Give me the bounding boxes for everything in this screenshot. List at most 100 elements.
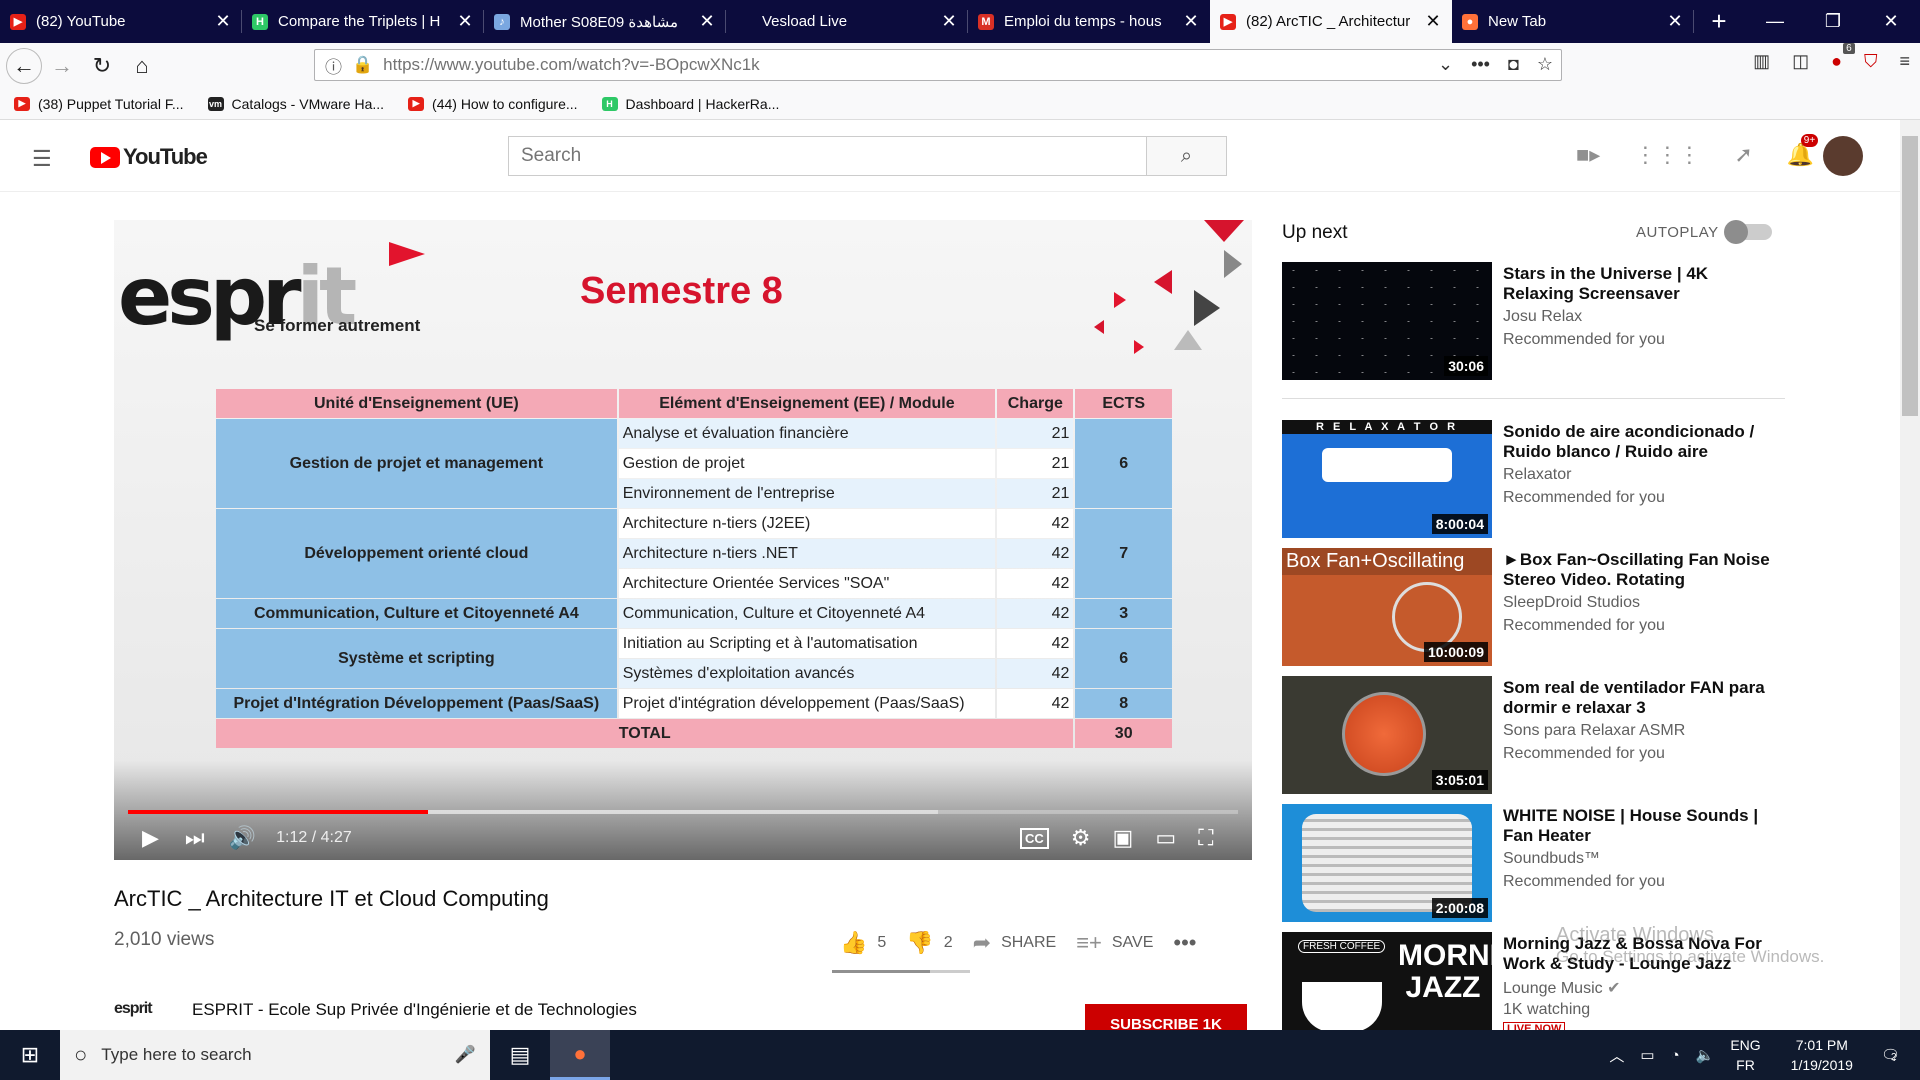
recommended-video[interactable]: 30:06 Stars in the Universe | 4K Relaxin… bbox=[1282, 262, 1782, 380]
more-actions-icon[interactable]: ••• bbox=[1173, 930, 1196, 956]
scrollbar-thumb[interactable] bbox=[1902, 136, 1918, 416]
clock[interactable]: 7:01 PM 1/19/2019 bbox=[1791, 1035, 1853, 1075]
captions-icon[interactable]: CC bbox=[1020, 827, 1049, 849]
tab-close-icon[interactable]: ✕ bbox=[1666, 11, 1684, 32]
recommended-title[interactable]: ►Box Fan~Oscillating Fan Noise Stereo Vi… bbox=[1503, 550, 1773, 590]
channel-logo[interactable]: esprit bbox=[114, 1000, 170, 1020]
tab-close-icon[interactable]: ✕ bbox=[214, 11, 232, 32]
recommended-title[interactable]: Som real de ventilador FAN para dormir e… bbox=[1503, 678, 1773, 718]
like-button[interactable]: 👍 5 bbox=[840, 930, 886, 956]
back-icon[interactable]: ← bbox=[6, 47, 42, 84]
menu-icon[interactable]: ≡ bbox=[1899, 51, 1910, 72]
play-icon[interactable]: ▶ bbox=[142, 825, 159, 851]
url-bar[interactable]: ⓘ 🔒 https://www.youtube.com/watch?v=-BOp… bbox=[314, 49, 1562, 81]
bookmark-item[interactable]: ▶ (38) Puppet Tutorial F... bbox=[14, 96, 184, 112]
recommended-channel[interactable]: Sons para Relaxar ASMR bbox=[1503, 722, 1685, 740]
recommended-channel[interactable]: Josu Relax bbox=[1503, 308, 1582, 326]
recommended-video[interactable]: R E L A X A T O R 8:00:04 Sonido de aire … bbox=[1282, 420, 1782, 538]
video-thumbnail[interactable]: 30:06 bbox=[1282, 262, 1492, 380]
settings-gear-icon[interactable]: ⚙ bbox=[1071, 825, 1091, 851]
dislike-button[interactable]: 👎 2 bbox=[906, 930, 952, 956]
ublock-icon[interactable]: ⛉ bbox=[1864, 51, 1878, 72]
recommended-video[interactable]: 2:00:08 WHITE NOISE | House Sounds | Fan… bbox=[1282, 804, 1782, 922]
miniplayer-icon[interactable]: ▣ bbox=[1113, 825, 1134, 851]
info-icon[interactable]: ⓘ bbox=[325, 53, 342, 78]
progress-bar[interactable] bbox=[128, 810, 1238, 814]
restore-window-icon[interactable]: ❐ bbox=[1804, 0, 1862, 43]
recommended-channel[interactable]: Soundbuds™ bbox=[1503, 850, 1600, 868]
avatar[interactable] bbox=[1823, 136, 1863, 176]
bookmark-item[interactable]: vm Catalogs - VMware Ha... bbox=[207, 96, 384, 112]
bookmark-item[interactable]: H Dashboard | HackerRa... bbox=[601, 96, 779, 112]
page-actions-icon[interactable]: ••• bbox=[1471, 54, 1490, 75]
notifications-bell-icon[interactable]: 🔔 9+ bbox=[1787, 134, 1819, 168]
tab-close-icon[interactable]: ✕ bbox=[698, 11, 716, 32]
reload-icon[interactable]: ↻ bbox=[82, 46, 122, 86]
wifi-icon[interactable]: ◔ bbox=[1671, 1047, 1680, 1064]
firefox-taskbar-icon[interactable]: ● bbox=[550, 1030, 610, 1080]
save-button[interactable]: ≡+ SAVE bbox=[1076, 930, 1153, 956]
autoplay-toggle[interactable] bbox=[1724, 220, 1772, 244]
notifications-center-icon[interactable]: 🗨 2 bbox=[1881, 1046, 1900, 1064]
pocket-icon[interactable]: ◘ bbox=[1508, 54, 1519, 75]
bookmark-item[interactable]: ▶ (44) How to configure... bbox=[408, 96, 578, 112]
fullscreen-icon[interactable]: ⛶ bbox=[1198, 825, 1213, 851]
tab-close-icon[interactable]: ✕ bbox=[940, 11, 958, 32]
browser-tab[interactable]: H Compare the Triplets | H ✕ bbox=[242, 0, 484, 43]
lock-icon[interactable]: 🔒 bbox=[352, 55, 373, 75]
speaker-icon[interactable]: 🔈 bbox=[1696, 1046, 1715, 1064]
create-video-icon[interactable]: ■▸ bbox=[1576, 142, 1600, 168]
guide-menu-icon[interactable]: ☰ bbox=[32, 146, 52, 172]
forward-icon[interactable]: → bbox=[42, 46, 82, 86]
browser-tab[interactable]: M Emploi du temps - hous ✕ bbox=[968, 0, 1210, 43]
video-thumbnail[interactable]: R E L A X A T O R 8:00:04 bbox=[1282, 420, 1492, 538]
home-icon[interactable]: ⌂ bbox=[122, 46, 162, 86]
recommended-video[interactable]: 3:05:01 Som real de ventilador FAN para … bbox=[1282, 676, 1782, 794]
windows-start-icon[interactable]: ⊞ bbox=[0, 1030, 60, 1080]
browser-tab[interactable]: ♪ Mother S08E09 مشاهدة ✕ bbox=[484, 0, 726, 43]
next-icon[interactable]: ⏭ bbox=[185, 825, 205, 851]
theater-mode-icon[interactable]: ▭ bbox=[1155, 825, 1176, 851]
new-tab-button[interactable]: + bbox=[1694, 0, 1744, 43]
microphone-icon[interactable]: 🎤 bbox=[455, 1045, 476, 1065]
browser-tab[interactable]: Vesload Live ✕ bbox=[726, 0, 968, 43]
share-button[interactable]: ➦ SHARE bbox=[973, 930, 1057, 956]
tab-close-icon[interactable]: ✕ bbox=[1424, 11, 1442, 32]
url-dropdown-icon[interactable]: ⌄ bbox=[1438, 54, 1453, 75]
video-thumbnail[interactable]: 3:05:01 bbox=[1282, 676, 1492, 794]
recommended-channel[interactable]: Lounge Music ✔ bbox=[1503, 978, 1620, 998]
recommended-title[interactable]: Stars in the Universe | 4K Relaxing Scre… bbox=[1503, 264, 1773, 304]
recommended-title[interactable]: Sonido de aire acondicionado / Ruido bla… bbox=[1503, 422, 1773, 462]
bookmark-star-icon[interactable]: ☆ bbox=[1537, 54, 1553, 75]
close-window-icon[interactable]: ✕ bbox=[1862, 0, 1920, 43]
input-language[interactable]: ENG FR bbox=[1730, 1035, 1760, 1075]
tray-chevron-icon[interactable]: ︿ bbox=[1609, 1045, 1624, 1066]
messages-icon[interactable]: ➚ bbox=[1734, 142, 1752, 168]
taskbar-search[interactable]: ○ Type here to search 🎤 bbox=[60, 1030, 490, 1080]
minimize-window-icon[interactable]: — bbox=[1746, 0, 1804, 43]
apps-grid-icon[interactable]: ⋮⋮⋮ bbox=[1634, 142, 1700, 168]
sidebar-icon[interactable]: ◫ bbox=[1792, 51, 1809, 72]
youtube-logo[interactable]: YouTube bbox=[90, 144, 208, 170]
page-scrollbar[interactable] bbox=[1900, 120, 1920, 1030]
video-thumbnail[interactable]: Box Fan+Oscillating 10:00:09 bbox=[1282, 548, 1492, 666]
recommended-channel[interactable]: Relaxator bbox=[1503, 466, 1571, 484]
browser-tab[interactable]: ▶ (82) ArcTIC _ Architectur ✕ bbox=[1210, 0, 1452, 43]
browser-tab[interactable]: ● New Tab ✕ bbox=[1452, 0, 1694, 43]
taskbar-app-icon[interactable]: ▤ bbox=[490, 1030, 550, 1080]
library-icon[interactable]: ▥ bbox=[1753, 51, 1770, 72]
tab-close-icon[interactable]: ✕ bbox=[456, 11, 474, 32]
battery-icon[interactable]: ▭ bbox=[1640, 1046, 1654, 1064]
adblock-icon[interactable]: ● 6 bbox=[1831, 43, 1855, 72]
channel-name[interactable]: ESPRIT - Ecole Sup Privée d'Ingénierie e… bbox=[192, 1000, 637, 1020]
recommended-channel[interactable]: SleepDroid Studios bbox=[1503, 594, 1640, 612]
video-thumbnail[interactable]: 2:00:08 bbox=[1282, 804, 1492, 922]
recommended-title[interactable]: WHITE NOISE | House Sounds | Fan Heater bbox=[1503, 806, 1773, 846]
browser-tab[interactable]: ▶ (82) YouTube ✕ bbox=[0, 0, 242, 43]
recommended-video[interactable]: Box Fan+Oscillating 10:00:09 ►Box Fan~Osc… bbox=[1282, 548, 1782, 666]
tab-close-icon[interactable]: ✕ bbox=[1182, 11, 1200, 32]
volume-icon[interactable]: 🔊 bbox=[229, 825, 256, 851]
search-icon[interactable]: ⌕ bbox=[1146, 137, 1226, 175]
video-player[interactable]: esprit Se former autrement Semestre 8 Un… bbox=[114, 220, 1252, 860]
search-input[interactable] bbox=[509, 137, 1146, 175]
